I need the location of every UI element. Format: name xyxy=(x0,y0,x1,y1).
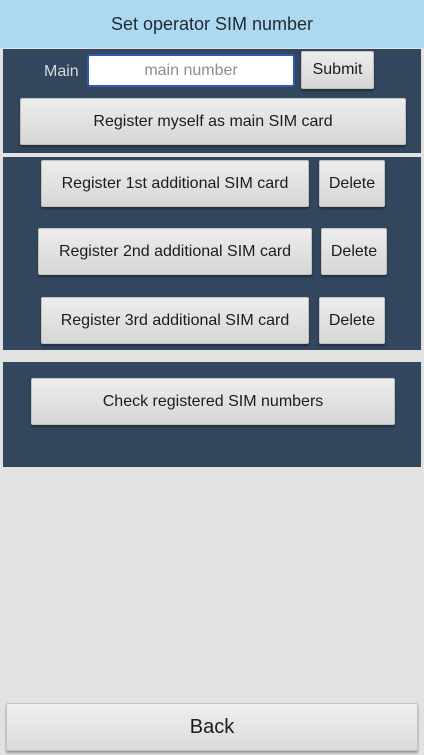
register-additional-sim-1-button[interactable]: Register 1st additional SIM card xyxy=(41,160,309,207)
delete-additional-sim-3-button[interactable]: Delete xyxy=(319,297,385,344)
page-title: Set operator SIM number xyxy=(0,0,424,48)
check-registered-sim-button[interactable]: Check registered SIM numbers xyxy=(31,378,395,425)
delete-additional-sim-2-button[interactable]: Delete xyxy=(321,228,387,275)
submit-button[interactable]: Submit xyxy=(301,51,374,89)
register-additional-sim-3-button[interactable]: Register 3rd additional SIM card xyxy=(41,297,309,344)
main-number-input[interactable] xyxy=(87,54,295,87)
back-button[interactable]: Back xyxy=(6,703,418,751)
register-main-sim-button[interactable]: Register myself as main SIM card xyxy=(20,98,406,145)
main-number-label: Main xyxy=(44,63,79,80)
register-additional-sim-2-button[interactable]: Register 2nd additional SIM card xyxy=(38,228,312,275)
delete-additional-sim-1-button[interactable]: Delete xyxy=(319,160,385,207)
